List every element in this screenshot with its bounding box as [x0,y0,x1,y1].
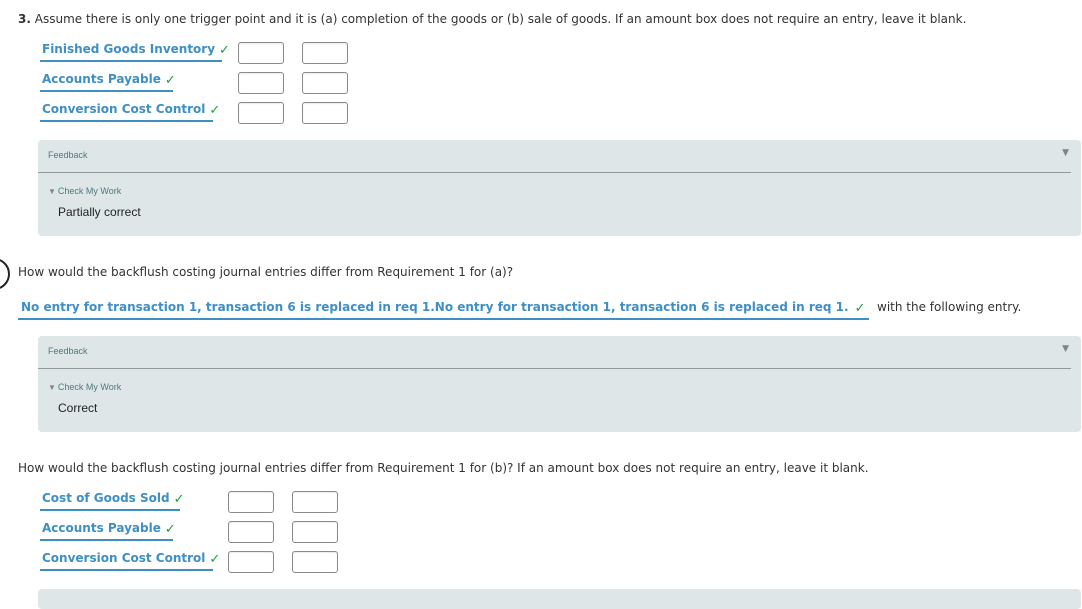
debit-input[interactable] [228,491,274,513]
check-icon: ✓ [173,492,185,507]
check-icon: ✓ [209,552,221,567]
account-select[interactable]: Conversion Cost Control ✓ [40,549,220,571]
account-select[interactable]: Cost of Goods Sold ✓ [40,489,185,511]
question-b-prompt: How would the backflush costing journal … [18,461,869,475]
feedback-title: Feedback [48,150,88,160]
check-icon: ✓ [209,103,221,118]
check-icon: ✓ [219,43,230,58]
credit-input[interactable] [302,72,348,94]
check-my-work-toggle[interactable]: ▼ Check My Work [48,186,121,196]
account-name: Cost of Goods Sold [42,491,170,505]
answer-select[interactable]: No entry for transaction 1, transaction … [18,298,870,320]
feedback-panel: Feedback ▼ ▼ Check My Work Correct [38,336,1081,432]
instruction-text: Assume there is only one trigger point a… [34,12,967,26]
debit-input[interactable] [238,72,284,94]
cursor-circle [0,258,10,290]
credit-input[interactable] [292,551,338,573]
expand-icon[interactable]: ▼ [1062,148,1069,158]
account-select[interactable]: Accounts Payable ✓ [40,519,176,541]
feedback-title: Feedback [48,346,88,356]
part3-instruction: 3. Assume there is only one trigger poin… [18,12,966,26]
check-my-work-label: Check My Work [57,382,122,392]
question-a-prompt: How would the backflush costing journal … [18,265,514,279]
account-select[interactable]: Conversion Cost Control ✓ [40,100,220,122]
part-number: 3. [18,12,31,26]
credit-input[interactable] [292,521,338,543]
account-select[interactable]: Finished Goods Inventory ✓ [40,40,230,62]
check-icon: ✓ [854,301,866,316]
account-name: Conversion Cost Control [42,551,206,565]
account-name: Conversion Cost Control [42,102,206,116]
disclosure-icon: ▼ [48,187,56,196]
debit-input[interactable] [238,102,284,124]
account-name: Accounts Payable [42,72,161,86]
account-select[interactable]: Accounts Payable ✓ [40,70,176,92]
feedback-panel: Feedback ▼ ▼ Check My Work Partially corr… [38,140,1081,236]
debit-input[interactable] [238,42,284,64]
feedback-panel [38,589,1081,609]
credit-input[interactable] [302,102,348,124]
check-my-work-label: Check My Work [57,186,122,196]
check-icon: ✓ [164,522,176,537]
feedback-result: Partially correct [58,205,141,219]
account-name: Accounts Payable [42,521,161,535]
debit-input[interactable] [228,551,274,573]
account-name: Finished Goods Inventory [42,42,216,56]
credit-input[interactable] [302,42,348,64]
disclosure-icon: ▼ [48,383,56,392]
expand-icon[interactable]: ▼ [1062,344,1069,354]
divider [38,368,1071,369]
check-icon: ✓ [164,73,176,88]
divider [38,172,1071,173]
answer-suffix: with the following entry. [877,300,1022,314]
debit-input[interactable] [228,521,274,543]
selected-answer: No entry for transaction 1, transaction … [21,300,849,314]
credit-input[interactable] [292,491,338,513]
check-my-work-toggle[interactable]: ▼ Check My Work [48,382,121,392]
feedback-result: Correct [58,401,98,415]
